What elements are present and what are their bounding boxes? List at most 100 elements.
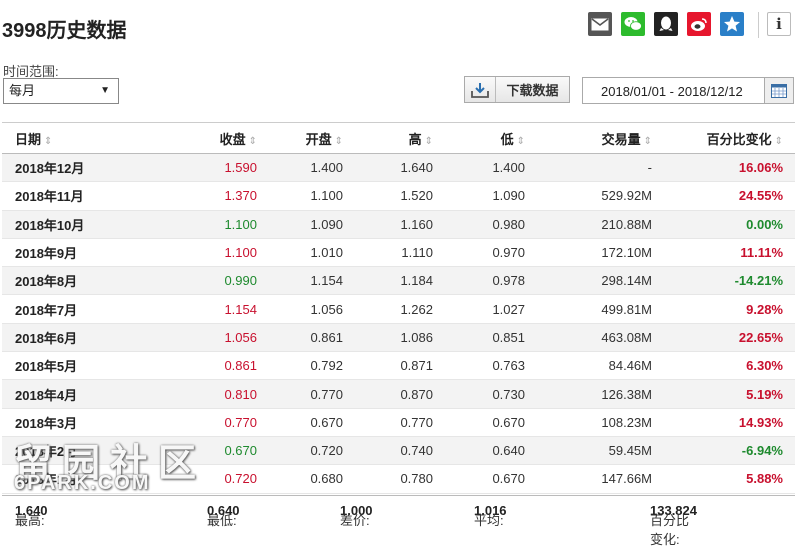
cell-high: 1.184: [355, 266, 445, 296]
col-close[interactable]: 收盘 ⇕: [167, 122, 269, 154]
summary-diff: 差价: 1.000: [340, 503, 373, 528]
cell-change: 5.88%: [664, 464, 795, 494]
cell-close: 0.990: [167, 266, 269, 296]
cell-high: 1.520: [355, 181, 445, 211]
cell-date: 2018年4月: [2, 379, 167, 409]
summary-low: 最低: 0.640: [207, 503, 240, 528]
cell-low: 0.970: [445, 238, 537, 268]
sort-icon: ⇕: [643, 135, 652, 147]
cell-close: 1.100: [167, 238, 269, 268]
cell-low: 0.980: [445, 210, 537, 239]
weibo-icon[interactable]: [687, 12, 711, 36]
cell-close: 1.370: [167, 181, 269, 211]
table-row: 2018年6月 1.056 0.861 1.086 0.851 463.08M 22.65%: [2, 323, 795, 353]
table-row: 2018年9月 1.100 1.010 1.110 0.970 172.10M 11.11%: [2, 238, 795, 268]
cell-volume: 499.81M: [537, 294, 664, 324]
range-selected-value: 每月: [9, 83, 36, 98]
cell-volume: 59.45M: [537, 436, 664, 466]
qq-icon[interactable]: [654, 12, 678, 36]
table-row: 2018年12月 1.590 1.400 1.640 1.400-16.06%: [2, 153, 795, 183]
col-change[interactable]: 百分比变化 ⇕: [664, 122, 795, 154]
cell-close: 1.590: [167, 153, 269, 183]
cell-change: 9.28%: [664, 294, 795, 324]
cell-volume: 147.66M: [537, 464, 664, 494]
table-row: 2018年2月 0.670 0.720 0.740 0.640 59.45M -6.94%: [2, 436, 795, 466]
col-high[interactable]: 高 ⇕: [355, 122, 445, 154]
table-row: 2018年11月 1.370 1.100 1.520 1.090 529.92M 24.55…: [2, 181, 795, 211]
star-icon[interactable]: [720, 12, 744, 36]
cell-change: 5.19%: [664, 379, 795, 409]
sort-icon: ⇕: [516, 135, 525, 147]
history-table: 日期 ⇕ 收盘 ⇕ 开盘 ⇕ 高 ⇕ 低 ⇕ 交易量 ⇕ 百分比变化 ⇕ 2018年12月 1.…: [2, 122, 795, 494]
cell-low: 0.851: [445, 323, 537, 353]
date-range-text: 2018/01/01 - 2018/12/12: [601, 84, 743, 99]
cell-date: 2018年10月: [2, 210, 167, 239]
cell-change: -14.21%: [664, 266, 795, 296]
cell-low: 0.670: [445, 464, 537, 494]
cell-high: 1.086: [355, 323, 445, 353]
calendar-icon[interactable]: [764, 78, 793, 103]
cell-close: 1.056: [167, 323, 269, 353]
cell-date: 2018年9月: [2, 238, 167, 268]
cell-close: 1.100: [167, 210, 269, 239]
cell-open: 0.680: [269, 464, 355, 494]
cell-date: 2018年5月: [2, 351, 167, 381]
cell-close: 0.670: [167, 436, 269, 466]
cell-change: -6.94%: [664, 436, 795, 466]
cell-high: 0.871: [355, 351, 445, 381]
mail-icon[interactable]: [588, 12, 612, 36]
wechat-icon[interactable]: [621, 12, 645, 36]
cell-change: 22.65%: [664, 323, 795, 353]
cell-open: 0.770: [269, 379, 355, 409]
dropdown-arrow-icon: ▼: [100, 85, 110, 96]
cell-change: 16.06%: [664, 153, 795, 183]
cell-date: 2018年12月: [2, 153, 167, 183]
cell-change: 14.93%: [664, 408, 795, 437]
cell-low: 0.978: [445, 266, 537, 296]
table-row: 2018年4月 0.810 0.770 0.870 0.730 126.38M 5.19%: [2, 379, 795, 409]
page-title: 3998历史数据: [2, 20, 127, 42]
cell-open: 1.056: [269, 294, 355, 324]
cell-low: 1.400: [445, 153, 537, 183]
cell-high: 1.160: [355, 210, 445, 239]
cell-high: 1.110: [355, 238, 445, 268]
cell-volume: 210.88M: [537, 210, 664, 239]
cell-high: 0.780: [355, 464, 445, 494]
cell-open: 1.010: [269, 238, 355, 268]
table-row: 2018年3月 0.770 0.670 0.770 0.670 108.23M 14.93%: [2, 408, 795, 437]
col-open[interactable]: 开盘 ⇕: [269, 122, 355, 154]
download-label: 下载数据: [506, 83, 559, 98]
col-volume[interactable]: 交易量 ⇕: [537, 122, 664, 154]
cell-open: 1.100: [269, 181, 355, 211]
sort-icon: ⇕: [424, 135, 433, 147]
col-low[interactable]: 低 ⇕: [445, 122, 537, 154]
cell-volume: 463.08M: [537, 323, 664, 353]
cell-date: 2018年11月: [2, 181, 167, 211]
cell-high: 0.740: [355, 436, 445, 466]
summary-high: 最高: 1.640: [15, 503, 48, 528]
table-row: 2018年10月 1.100 1.090 1.160 0.980 210.88M 0.00%: [2, 210, 795, 239]
cell-open: 1.090: [269, 210, 355, 239]
cell-volume: 298.14M: [537, 266, 664, 296]
cell-volume: -: [537, 153, 664, 183]
cell-open: 0.792: [269, 351, 355, 381]
info-icon[interactable]: i: [767, 12, 791, 36]
download-button[interactable]: 下载数据: [464, 76, 570, 103]
cell-low: 0.730: [445, 379, 537, 409]
share-bar: [588, 12, 753, 36]
cell-open: 0.670: [269, 408, 355, 437]
cell-high: 1.262: [355, 294, 445, 324]
table-row: 2018年8月 0.990 1.154 1.184 0.978 298.14M -14.21…: [2, 266, 795, 296]
sort-icon: ⇕: [248, 135, 257, 147]
range-select[interactable]: 每月 ▼: [3, 78, 119, 104]
cell-low: 0.670: [445, 408, 537, 437]
cell-volume: 172.10M: [537, 238, 664, 268]
col-date[interactable]: 日期 ⇕: [2, 122, 167, 154]
date-range-input[interactable]: 2018/01/01 - 2018/12/12: [582, 77, 794, 104]
cell-high: 0.870: [355, 379, 445, 409]
cell-close: 0.861: [167, 351, 269, 381]
cell-volume: 108.23M: [537, 408, 664, 437]
cell-low: 0.763: [445, 351, 537, 381]
cell-high: 0.770: [355, 408, 445, 437]
cell-open: 1.400: [269, 153, 355, 183]
